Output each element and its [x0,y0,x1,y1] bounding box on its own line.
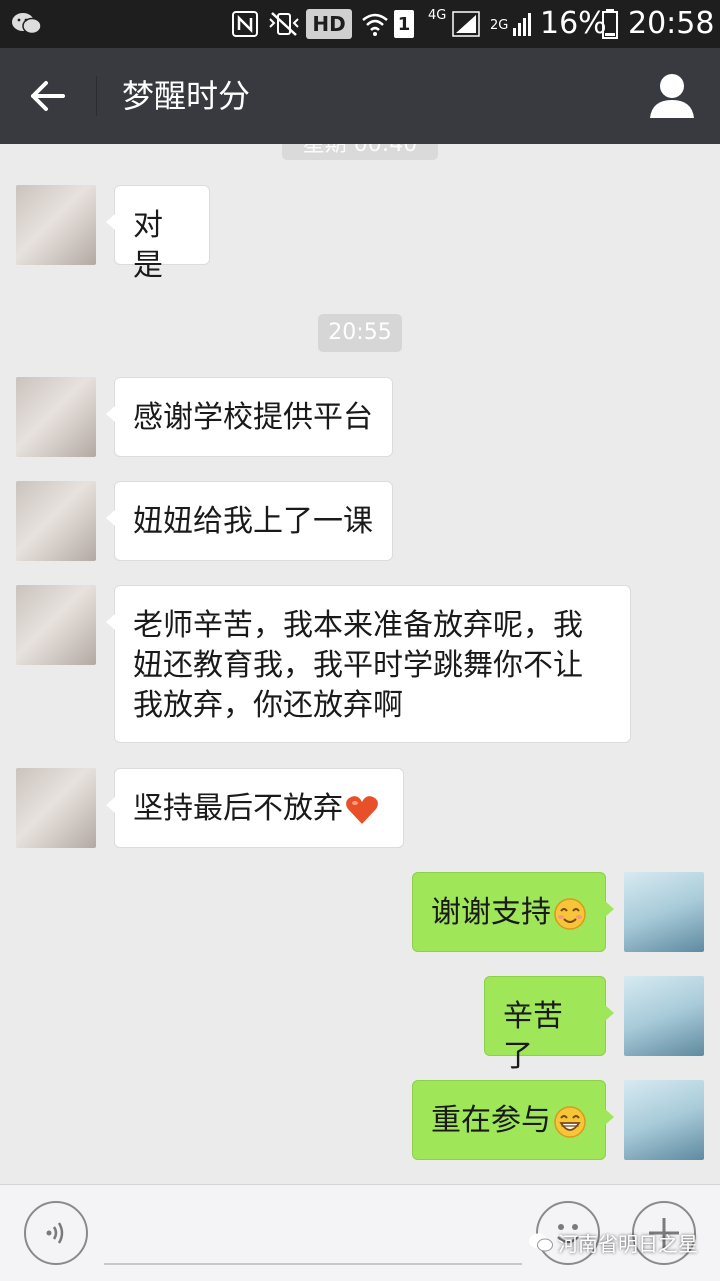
net-4g-label: 4G [428,8,447,23]
message-text: 感谢学校提供平台 [133,400,373,435]
voice-icon [46,1222,64,1244]
sim-slot-label: 1 [397,13,411,35]
net-2g-label: 2G [490,18,509,33]
status-bar: HD 1 4G 2G 16% 20:58 [0,0,720,48]
hd-icon: HD [306,9,352,39]
sim-icon: 1 [394,10,414,38]
smile-emoji-icon [554,897,586,930]
message-text: 谢谢支持 [431,895,551,930]
timestamp: 星期 00:40 [282,144,438,160]
watermark-text: 河南省明日之星 [558,1232,698,1256]
back-button[interactable] [22,70,74,122]
message-bubble[interactable]: 重在参与 [412,1080,614,1160]
message-bubble[interactable]: 妞妞给我上了一课 [106,481,393,561]
person-icon [650,74,694,118]
chat-header: 梦醒时分 [0,48,720,144]
avatar[interactable] [624,872,704,952]
avatar[interactable] [16,377,96,457]
mute-vibrate-icon [266,10,302,38]
message-bubble[interactable]: 老师辛苦，我本来准备放弃呢，我 妞还教育我，我平时学跳舞你不让 我放弃，你还放弃… [106,585,631,743]
message-list[interactable]: 星期 00:40 对是 20:55 感谢学校提供平台 妞妞给我上了一课 老师辛苦… [0,144,720,1184]
status-time: 20:58 [628,6,715,41]
battery-percent: 16% [540,6,607,41]
chat-title: 梦醒时分 [122,77,251,115]
nfc-icon [230,10,260,38]
avatar[interactable] [16,185,96,265]
timestamp-label: 20:55 [328,320,392,345]
chat-info-button[interactable] [644,68,700,124]
header-divider [96,76,97,116]
avatar[interactable] [16,768,96,848]
arrow-left-icon [31,81,65,111]
avatar[interactable] [624,1080,704,1160]
message-text: 辛苦了 [503,999,563,1074]
message-input[interactable] [104,1263,522,1265]
timestamp-label: 星期 00:40 [302,144,418,157]
wechat-icon [10,10,44,38]
message-text: 重在参与 [431,1103,551,1138]
timestamp: 20:55 [318,314,402,352]
message-text: 坚持最后不放弃 [133,791,343,826]
message-bubble[interactable]: 谢谢支持 [412,872,614,952]
avatar[interactable] [624,976,704,1056]
message-bubble[interactable]: 辛苦了 [484,976,614,1074]
signal-2g-icon: 2G [490,10,534,38]
avatar[interactable] [16,585,96,665]
message-bubble[interactable]: 感谢学校提供平台 [106,377,393,457]
message-text: 妞妞给我上了一课 [133,504,373,539]
voice-button[interactable] [24,1201,88,1265]
hd-label: HD [312,12,346,36]
message-text: 对是 [133,208,163,283]
watermark: 河南省明日之星 [528,1228,698,1257]
message-bubble[interactable]: 对是 [106,185,210,283]
wifi-icon [360,10,390,38]
message-text-line: 我放弃，你还放弃啊 [133,688,403,723]
message-text-line: 妞还教育我，我平时学跳舞你不让 [133,648,583,683]
avatar[interactable] [16,481,96,561]
message-bubble[interactable]: 坚持最后不放弃 [106,768,404,848]
wechat-watermark-icon [529,1233,553,1251]
message-text-line: 老师辛苦，我本来准备放弃呢，我 [133,608,583,643]
battery-icon [602,9,618,39]
signal-4g-icon: 4G [428,8,484,38]
grin-emoji-icon [554,1105,586,1138]
heart-emoji-icon [346,795,378,824]
